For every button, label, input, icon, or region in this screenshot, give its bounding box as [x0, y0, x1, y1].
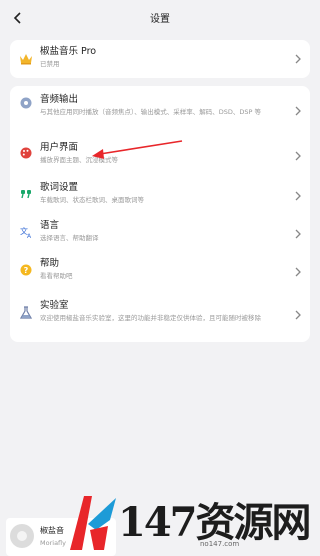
mini-player-title: 椒盐音: [40, 526, 64, 535]
mini-player-artist: Moriafly: [40, 539, 66, 547]
album-art-icon: [10, 524, 34, 548]
watermark-logo-icon: [70, 496, 116, 550]
watermark-url: no147.com: [200, 540, 240, 548]
annotation-arrow: [92, 140, 183, 159]
